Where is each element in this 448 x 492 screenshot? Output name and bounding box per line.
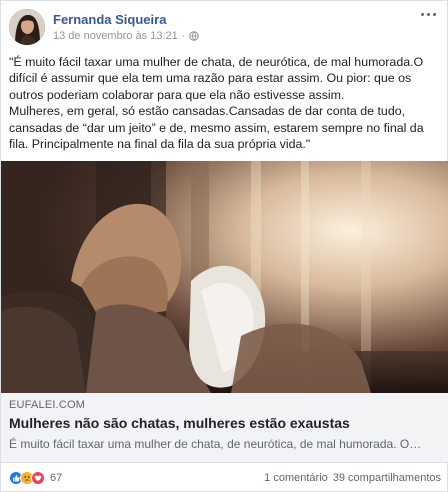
link-preview-info[interactable]: EUFALEI.COM Mulheres não são chatas, mul… (1, 393, 448, 463)
shares-count-link[interactable]: 39 compartilhamentos (333, 472, 441, 484)
globe-icon[interactable] (189, 31, 200, 41)
avatar[interactable] (9, 9, 45, 45)
post-text-paragraph: Mulheres, em geral, só estão cansadas.Ca… (9, 104, 424, 152)
engagement-counts: 1 comentário 39 compartilhamentos (264, 472, 441, 484)
post-timestamp[interactable]: 13 de novembro às 13:21 (53, 30, 178, 42)
link-domain: EUFALEI.COM (9, 399, 86, 411)
post-meta: 13 de novembro às 13:21 · (53, 30, 200, 42)
post-text: "É muito fácil taxar uma mulher de chata… (9, 54, 441, 152)
meta-separator: · (181, 30, 186, 42)
post-card: Fernanda Siqueira 13 de novembro às 13:2… (0, 0, 448, 492)
reaction-count[interactable]: 67 (50, 472, 62, 484)
link-description: É muito fácil taxar uma mulher de chata,… (9, 437, 422, 451)
more-options-icon[interactable] (421, 13, 439, 23)
reactions-summary[interactable]: 67 (9, 471, 62, 485)
link-preview-image[interactable] (1, 161, 448, 393)
post-header: Fernanda Siqueira 13 de novembro às 13:2… (9, 9, 439, 49)
comments-count-link[interactable]: 1 comentário (264, 472, 328, 484)
post-footer: 67 1 comentário 39 compartilhamentos (1, 465, 448, 491)
love-icon (31, 471, 45, 485)
link-title[interactable]: Mulheres não são chatas, mulheres estão … (9, 415, 441, 431)
post-text-paragraph: "É muito fácil taxar uma mulher de chata… (9, 55, 424, 102)
author-name[interactable]: Fernanda Siqueira (53, 12, 166, 27)
